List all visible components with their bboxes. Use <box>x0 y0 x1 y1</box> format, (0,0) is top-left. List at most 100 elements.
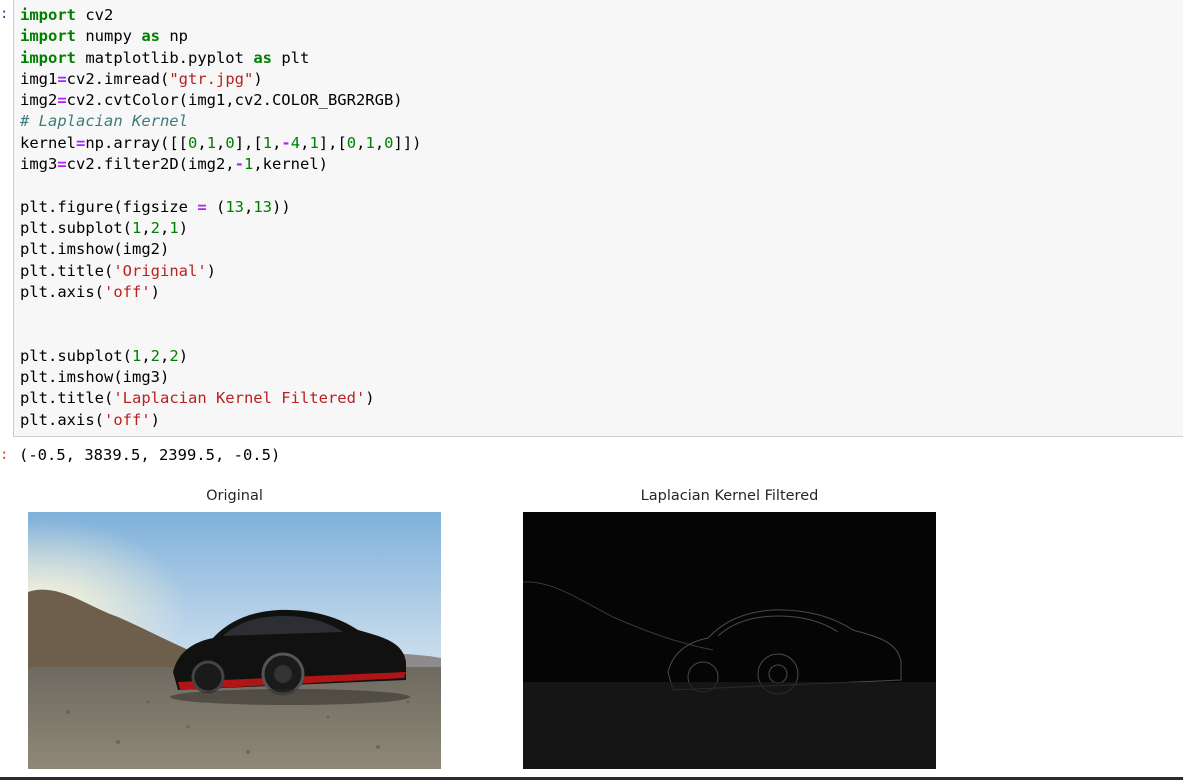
code-token: as <box>141 27 160 46</box>
code-token: matplotlib.pyplot <box>76 48 254 67</box>
code-token: , <box>216 133 226 152</box>
code-line: plt.figure(figsize = (13,13)) <box>20 197 422 218</box>
code-line: plt.title('Laplacian Kernel Filtered') <box>20 388 422 409</box>
code-token: ) <box>178 218 189 237</box>
code-token: 1 <box>365 133 375 152</box>
code-line: img2=cv2.cvtColor(img1,cv2.COLOR_BGR2RGB… <box>20 90 422 111</box>
code-line: import matplotlib.pyplot as plt <box>20 48 422 69</box>
code-token: kernel <box>20 133 76 152</box>
code-line: plt.subplot(1,2,1) <box>20 218 422 239</box>
code-token: plt.axis( <box>20 410 104 429</box>
code-token: import <box>20 27 76 46</box>
code-token: 'Original' <box>113 261 207 280</box>
code-token: 1 <box>309 133 319 152</box>
code-token: = <box>76 133 86 152</box>
code-line: # Laplacian Kernel <box>20 111 422 132</box>
code-line: kernel=np.array([[0,1,0],[1,-4,1],[0,1,0… <box>20 133 422 154</box>
code-token: 0 <box>225 133 235 152</box>
code-token: , <box>160 346 170 365</box>
code-token: 0 <box>384 133 394 152</box>
output-prompt-marker: : <box>0 447 9 463</box>
code-token: img1 <box>20 69 58 88</box>
code-line: img1=cv2.imread("gtr.jpg") <box>20 69 422 90</box>
code-token: ]]) <box>393 133 422 152</box>
code-line: import numpy as np <box>20 26 422 47</box>
code-token: np <box>160 27 188 46</box>
code-token: cv2 <box>76 6 114 24</box>
code-token: , <box>272 133 282 152</box>
code-token: # Laplacian Kernel <box>20 112 188 131</box>
code-token: plt.subplot( <box>20 346 132 365</box>
code-token: 'Laplacian Kernel Filtered' <box>113 389 366 408</box>
code-token: plt.imshow(img3) <box>20 368 170 387</box>
code-token: - <box>234 155 244 174</box>
code-token: ) <box>178 346 189 365</box>
code-token: ],[ <box>318 133 347 152</box>
code-token: ) <box>206 261 216 280</box>
code-token: ) <box>253 69 263 88</box>
code-token: 1 <box>131 346 142 365</box>
code-token: plt.title( <box>20 389 114 408</box>
code-token: 0 <box>188 133 198 152</box>
code-token: plt.imshow(img2) <box>20 240 170 259</box>
code-token: 2 <box>169 346 179 365</box>
input-prompt-marker: : <box>0 6 9 22</box>
code-token: "gtr.jpg" <box>169 69 254 88</box>
code-token: , <box>244 197 254 216</box>
subplot-title-filtered: Laplacian Kernel Filtered <box>640 488 819 504</box>
code-token: plt <box>271 48 310 67</box>
code-token: 1 <box>244 155 254 174</box>
code-line: img3=cv2.filter2D(img2,-1,kernel) <box>20 154 422 175</box>
code-token: )) <box>272 197 291 216</box>
code-token: plt.axis( <box>20 282 104 301</box>
code-token: import <box>20 6 76 24</box>
code-line: plt.imshow(img3) <box>20 367 422 388</box>
code-token: ) <box>150 282 161 301</box>
code-line: plt.title('Original') <box>20 261 422 282</box>
code-token: np.array([[ <box>85 133 188 152</box>
code-line: plt.axis('off') <box>20 282 422 303</box>
code-token: 13 <box>253 197 273 216</box>
code-token: = <box>197 197 207 216</box>
code-token: 4 <box>290 133 301 152</box>
code-line: plt.imshow(img2) <box>20 239 422 260</box>
code-token: 1 <box>169 218 179 237</box>
code-token: , <box>197 133 207 152</box>
original-image <box>28 512 441 769</box>
code-token: = <box>57 155 67 174</box>
code-cell[interactable]: import cv2 import numpy as np import matpl… <box>13 0 1183 437</box>
code-token: = <box>57 91 67 110</box>
code-token: 0 <box>346 133 357 152</box>
code-token: , <box>141 346 151 365</box>
code-token: plt.figure(figsize <box>20 197 198 216</box>
code-line: plt.axis('off') <box>20 410 422 431</box>
code-token: = <box>57 69 67 88</box>
code-token: import <box>20 48 76 67</box>
code-token: as <box>253 48 272 67</box>
code-token: 1 <box>262 133 273 152</box>
code-token: 1 <box>131 218 142 237</box>
code-token: ( <box>206 197 226 216</box>
code-token: img2 <box>20 91 58 110</box>
code-token: cv2.cvtColor(img1,cv2.COLOR_BGR2RGB) <box>66 91 403 110</box>
code-token: 2 <box>150 346 161 365</box>
code-token: 1 <box>206 133 217 152</box>
subplot-title-original: Original <box>206 488 263 504</box>
code-token: - <box>281 133 291 152</box>
code-token: , <box>374 133 385 152</box>
code-token: , <box>160 218 170 237</box>
code-line: import cv2 <box>20 5 422 26</box>
code-token: ) <box>150 410 161 429</box>
code-token: ,kernel) <box>253 155 328 174</box>
code-token: 13 <box>225 197 244 216</box>
code-token: 2 <box>150 218 161 237</box>
code-token: img3 <box>20 155 58 174</box>
code-editor[interactable]: import cv2 import numpy as np import matpl… <box>20 5 422 431</box>
code-token: plt.title( <box>20 261 114 280</box>
code-token: ) <box>365 389 375 408</box>
code-token: 'off' <box>104 410 151 429</box>
code-token: 'off' <box>104 282 151 301</box>
